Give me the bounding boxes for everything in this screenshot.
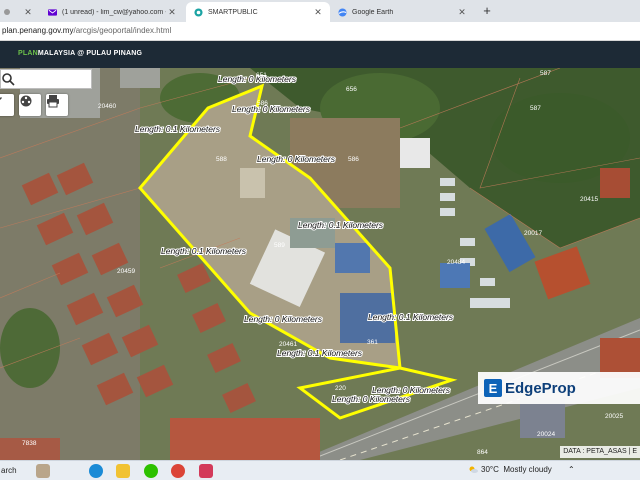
- tab-google-earth[interactable]: Google Earth ✕: [330, 2, 474, 22]
- generic-tab-icon: [4, 9, 10, 15]
- close-tab-icon[interactable]: ✕: [312, 7, 324, 18]
- system-tray-chevron-icon[interactable]: ⌃: [568, 465, 575, 474]
- close-tab-icon[interactable]: ✕: [456, 7, 468, 18]
- os-taskbar: arch 30°C Mostly cloudy ⌃: [0, 460, 640, 480]
- tab-label: SMARTPUBLIC: [208, 8, 258, 16]
- vivaldi-icon[interactable]: [199, 464, 213, 478]
- weather-widget[interactable]: 30°C Mostly cloudy: [469, 465, 552, 474]
- plot-number: 361: [367, 339, 378, 346]
- measurement-label: Length: 0.1 Kilometers: [161, 246, 247, 256]
- plot-number: 587: [530, 105, 541, 112]
- plot-number: 864: [477, 449, 488, 456]
- smartpublic-icon: [194, 7, 203, 17]
- yahoo-mail-icon: [48, 8, 57, 16]
- measurement-label: Length: 0 Kilometers: [232, 104, 311, 114]
- tab-label: Google Earth: [352, 8, 394, 16]
- plot-number: 20459: [117, 268, 135, 275]
- app-brand: PLANMALAYSIA @ PULAU PINANG: [18, 50, 142, 57]
- plot-number: 20460: [98, 103, 116, 110]
- plot-number: 20415: [580, 196, 598, 203]
- weather-condition: Mostly cloudy: [503, 465, 552, 474]
- printer-icon: [47, 95, 59, 108]
- plot-number: 651: [256, 72, 267, 79]
- brand-prefix: PLAN: [18, 50, 38, 57]
- edgeprop-watermark: E EdgeProp: [478, 372, 640, 404]
- address-bar[interactable]: plan.penang.gov.my/arcgis/geoportal/inde…: [0, 22, 640, 41]
- plot-number: 20461: [279, 341, 297, 348]
- plot-number: 20024: [537, 431, 555, 438]
- measurement-label: Length: 0.1 Kilometers: [135, 124, 221, 134]
- cloudy-weather-icon: [469, 466, 478, 473]
- google-earth-icon: [338, 7, 347, 17]
- url-host: plan.penang.gov.my: [2, 26, 74, 35]
- plot-number: 220: [335, 385, 346, 392]
- wechat-icon[interactable]: [144, 464, 158, 478]
- plot-number: 588: [216, 156, 227, 163]
- map-data-credit: DATA : PETA_ASAS | E: [560, 446, 640, 458]
- plot-number: 586: [348, 156, 359, 163]
- tab-yahoo-mail[interactable]: (1 unread) - lim_cw@yahoo.com - ✕: [40, 2, 184, 22]
- measurement-label: Length: 0 Kilometers: [257, 154, 336, 164]
- file-explorer-icon[interactable]: [116, 464, 130, 478]
- pencil-icon: [0, 97, 2, 100]
- measurement-label: Length: 0.1 Kilometers: [277, 348, 363, 358]
- plot-number: 7838: [22, 440, 37, 447]
- edgeprop-logo-icon: E: [484, 379, 502, 397]
- close-tab-icon[interactable]: ✕: [22, 7, 34, 18]
- measurement-label: Length: 0 Kilometers: [332, 394, 411, 404]
- chrome-icon[interactable]: [171, 464, 185, 478]
- measurement-label: Length: 0.1 Kilometers: [298, 220, 384, 230]
- plot-number: 656: [346, 86, 357, 93]
- map-search-input[interactable]: [0, 69, 92, 89]
- plot-number: 587: [540, 70, 551, 77]
- browser-tab-strip: ✕ (1 unread) - lim_cw@yahoo.com - ✕ SMAR…: [0, 0, 640, 22]
- print-button[interactable]: [46, 94, 68, 116]
- satellite-map[interactable]: Length: 0 Kilometers Length: 0 Kilometer…: [0, 68, 640, 460]
- weather-temperature: 30°C: [481, 465, 499, 474]
- search-icon[interactable]: [1, 72, 15, 86]
- url-text[interactable]: plan.penang.gov.my/arcgis/geoportal/inde…: [2, 26, 171, 35]
- measurement-label: Length: 0 Kilometers: [244, 314, 323, 324]
- draw-tool-button[interactable]: [0, 94, 14, 116]
- url-path: /arcgis/geoportal/index.html: [73, 26, 172, 35]
- plot-number: 586: [257, 100, 268, 107]
- layers-tool-button[interactable]: [19, 94, 41, 116]
- tab-generic[interactable]: ✕: [0, 2, 40, 22]
- film-reel-icon: [20, 95, 32, 107]
- tab-label: (1 unread) - lim_cw@yahoo.com -: [62, 8, 166, 16]
- new-tab-button[interactable]: +: [480, 3, 494, 18]
- measurement-label: Length: 0.1 Kilometers: [368, 312, 454, 322]
- photos-icon[interactable]: [36, 464, 50, 478]
- close-tab-icon[interactable]: ✕: [166, 7, 178, 18]
- brand-name: MALAYSIA @ PULAU PINANG: [37, 50, 143, 57]
- edge-browser-icon[interactable]: [89, 464, 103, 478]
- tab-smartpublic[interactable]: SMARTPUBLIC ✕: [186, 2, 330, 22]
- app-header: PLANMALAYSIA @ PULAU PINANG: [0, 41, 640, 68]
- watermark-text: EdgeProp: [505, 379, 576, 397]
- plot-number: 20484: [447, 259, 465, 266]
- plot-number: 589: [274, 242, 285, 249]
- plot-number: 20025: [605, 413, 623, 420]
- taskbar-search[interactable]: arch: [0, 464, 40, 478]
- plot-number: 20017: [524, 230, 542, 237]
